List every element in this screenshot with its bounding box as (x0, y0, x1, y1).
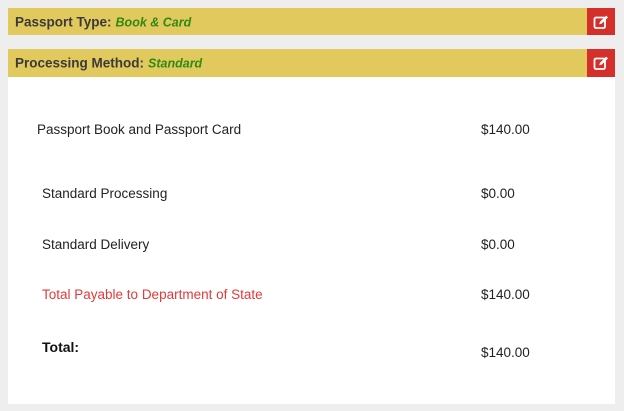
total-amount: $140.00 (481, 345, 530, 360)
fee-item-amount: $0.00 (481, 237, 515, 252)
total-payable-label: Total Payable to Department of State (42, 287, 263, 302)
edit-icon (593, 14, 609, 30)
fee-item-label: Standard Delivery (42, 237, 150, 252)
edit-processing-method-button[interactable] (587, 49, 615, 77)
fee-item-label: Passport Book and Passport Card (37, 122, 242, 137)
fee-item-amount: $0.00 (481, 186, 515, 201)
passport-type-label: Passport Type: (15, 14, 112, 29)
total-payable-amount: $140.00 (481, 287, 530, 302)
fee-item-amount: $140.00 (481, 122, 530, 137)
fee-item-label: Standard Processing (42, 186, 168, 201)
total-label: Total: (42, 339, 80, 355)
passport-type-bar: Passport Type: Book & Card (8, 8, 615, 35)
processing-method-title: Processing Method: Standard (15, 56, 202, 71)
edit-icon (593, 55, 609, 71)
processing-method-label: Processing Method: (15, 55, 145, 71)
fee-summary-panel: Passport Book and Passport Card $140.00 … (8, 77, 615, 404)
passport-type-title: Passport Type: Book & Card (15, 14, 191, 29)
passport-type-value: Book & Card (115, 15, 192, 29)
processing-method-value: Standard (148, 56, 203, 71)
processing-method-bar: Processing Method: Standard (8, 49, 615, 77)
edit-passport-type-button[interactable] (587, 8, 615, 35)
